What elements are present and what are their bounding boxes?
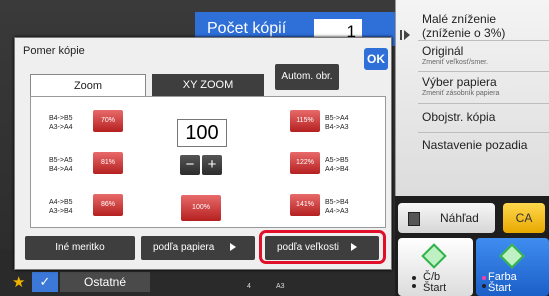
preset-122-button[interactable]: 122% bbox=[290, 152, 320, 174]
copies-label: Počet kópií bbox=[207, 20, 287, 37]
by-paper-label: podľa papiera bbox=[153, 242, 215, 253]
start-label: Štart bbox=[423, 282, 447, 294]
right-settings-panel: Malé zníženie (zníženie o 3%) Originál Z… bbox=[395, 0, 549, 196]
setting-paper-select[interactable]: Výber papiera Zmeniť zásobník papiera bbox=[422, 75, 499, 97]
tray-number: 4 bbox=[247, 283, 251, 290]
check-icon[interactable]: ✓ bbox=[32, 272, 58, 292]
start-diamond-icon bbox=[499, 243, 525, 269]
plus-button[interactable]: + bbox=[202, 155, 222, 175]
color-start-button[interactable]: Farba Štart bbox=[476, 238, 549, 296]
setting-label: Výber papiera bbox=[422, 75, 497, 89]
tray-paper: A3 bbox=[276, 283, 285, 290]
divider bbox=[418, 40, 549, 41]
start-diamond-icon bbox=[421, 243, 447, 269]
setting-label: Malé zníženie bbox=[422, 12, 497, 26]
arrow-right-icon bbox=[230, 243, 237, 252]
setting-sub: (zníženie o 3%) bbox=[422, 26, 506, 40]
setting-original[interactable]: Originál Zmeniť veľkosť/smer. bbox=[422, 44, 488, 66]
collapse-bar-icon bbox=[400, 30, 402, 40]
preview-icon bbox=[408, 212, 420, 226]
divider bbox=[418, 103, 549, 104]
preset-81-button[interactable]: 81% bbox=[93, 152, 123, 174]
tab-xy-zoom[interactable]: XY ZOOM bbox=[152, 74, 264, 96]
setting-duplex[interactable]: Obojstr. kópia bbox=[422, 110, 495, 124]
favorite-star-icon[interactable]: ★ bbox=[12, 273, 25, 291]
setting-sub: Zmeniť veľkosť/smer. bbox=[422, 59, 489, 66]
preset-label: B5->A4 B4->A3 bbox=[325, 115, 349, 131]
setting-small-reduction[interactable]: Malé zníženie (zníženie o 3%) bbox=[422, 12, 505, 40]
ok-button[interactable]: OK bbox=[364, 48, 388, 70]
preview-label: Náhľad bbox=[440, 211, 479, 225]
bullet-icon bbox=[482, 284, 486, 288]
collapse-arrow-icon[interactable] bbox=[404, 30, 410, 40]
bw-start-button[interactable]: Č/b Štart bbox=[398, 238, 473, 296]
other-ratio-button[interactable]: Iné meritko bbox=[25, 236, 135, 260]
preset-141-button[interactable]: 141% bbox=[290, 194, 320, 216]
setting-background[interactable]: Nastavenie pozadia bbox=[422, 138, 527, 152]
preview-button[interactable]: Náhľad bbox=[398, 203, 495, 233]
by-paper-button[interactable]: podľa papiera bbox=[141, 236, 255, 260]
bullet-icon bbox=[412, 276, 416, 280]
auto-image-button[interactable]: Autom. obr. bbox=[275, 64, 339, 90]
preset-115-button[interactable]: 115% bbox=[290, 110, 320, 132]
start-label: Štart bbox=[488, 282, 512, 294]
preset-70-button[interactable]: 70% bbox=[93, 110, 123, 132]
preset-label: B5->A5 B4->A4 bbox=[49, 157, 73, 173]
setting-sub: Zmeniť zásobník papiera bbox=[422, 90, 500, 97]
others-button[interactable]: Ostatné bbox=[60, 272, 150, 292]
setting-label: Originál bbox=[422, 44, 464, 58]
minus-button[interactable]: − bbox=[180, 155, 200, 175]
setting-label: Nastavenie pozadia bbox=[422, 138, 528, 152]
divider bbox=[418, 132, 549, 133]
bullet-icon bbox=[482, 276, 486, 280]
preset-86-button[interactable]: 86% bbox=[93, 194, 123, 216]
dialog-title: Pomer kópie bbox=[23, 45, 85, 57]
bullet-icon bbox=[412, 284, 416, 288]
preset-100-button[interactable]: 100% bbox=[181, 195, 221, 221]
setting-label: Obojstr. kópia bbox=[422, 110, 496, 124]
divider bbox=[418, 71, 549, 72]
zoom-value-field[interactable]: 100 bbox=[177, 119, 227, 147]
tab-zoom[interactable]: Zoom bbox=[30, 74, 146, 97]
preset-label: A4->B5 A3->B4 bbox=[49, 199, 73, 215]
preset-label: B5->B4 A4->A3 bbox=[325, 199, 349, 215]
highlight-frame bbox=[259, 230, 386, 264]
clear-all-button[interactable]: CA bbox=[503, 203, 545, 233]
preset-label: B4->B5 A3->A4 bbox=[49, 115, 73, 131]
preset-label: A5->B5 A4->B4 bbox=[325, 157, 349, 173]
